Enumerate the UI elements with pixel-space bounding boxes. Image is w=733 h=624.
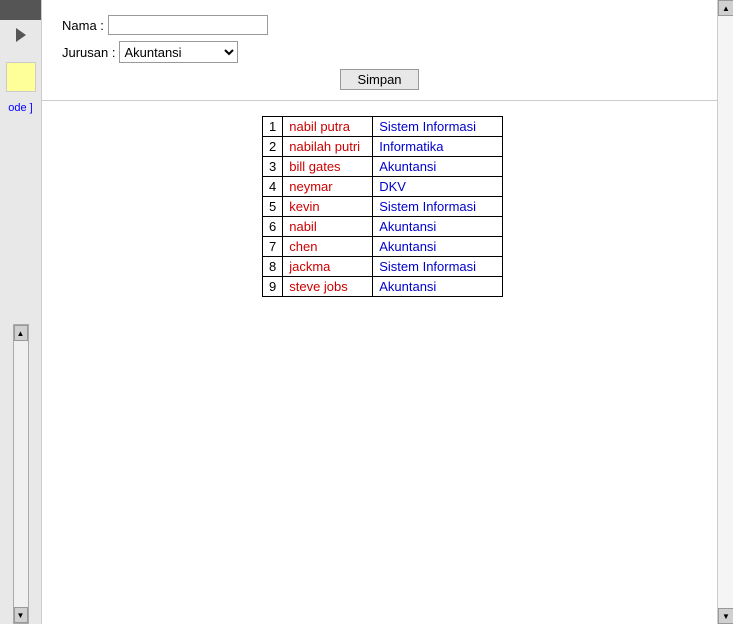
table-cell-jurusan: Sistem Informasi [373,257,503,277]
table-row: 2nabilah putriInformatika [263,137,503,157]
table-cell-no: 7 [263,237,283,257]
right-scrollbar: ▲ ▼ [717,0,733,624]
table-cell-name: neymar [283,177,373,197]
simpan-container: Simpan [62,69,697,90]
sidebar-arrow-icon[interactable] [16,28,26,42]
nama-row: Nama : [62,15,697,35]
scroll-down-button[interactable]: ▼ [14,607,28,623]
right-scroll-track [718,16,733,608]
content-wrapper: Nama : Jurusan : Akuntansi Sistem Inform… [42,0,717,624]
table-row: 9steve jobsAkuntansi [263,277,503,297]
jurusan-select[interactable]: Akuntansi Sistem Informasi Informatika D… [119,41,238,63]
table-row: 8jackmaSistem Informasi [263,257,503,277]
table-row: 7chenAkuntansi [263,237,503,257]
table-section: 1nabil putraSistem Informasi2nabilah put… [42,101,717,312]
table-cell-name: steve jobs [283,277,373,297]
table-cell-no: 6 [263,217,283,237]
table-cell-jurusan: Akuntansi [373,277,503,297]
table-row: 4neymarDKV [263,177,503,197]
data-table: 1nabil putraSistem Informasi2nabilah put… [262,116,503,297]
table-cell-jurusan: DKV [373,177,503,197]
scroll-up-button[interactable]: ▲ [14,325,28,341]
table-cell-no: 8 [263,257,283,277]
scroll-track [14,341,28,607]
table-cell-jurusan: Informatika [373,137,503,157]
right-scroll-down-button[interactable]: ▼ [718,608,733,624]
nama-input[interactable] [108,15,268,35]
table-cell-name: bill gates [283,157,373,177]
table-row: 6nabilAkuntansi [263,217,503,237]
table-cell-jurusan: Akuntansi [373,157,503,177]
table-cell-no: 4 [263,177,283,197]
table-cell-name: nabil [283,217,373,237]
table-cell-name: nabil putra [283,117,373,137]
jurusan-label: Jurusan : [62,45,115,60]
table-cell-name: jackma [283,257,373,277]
table-cell-name: nabilah putri [283,137,373,157]
table-cell-jurusan: Sistem Informasi [373,117,503,137]
main-content: Nama : Jurusan : Akuntansi Sistem Inform… [42,0,717,624]
sidebar: ode ] ▲ ▼ [0,0,42,624]
table-cell-jurusan: Akuntansi [373,217,503,237]
table-cell-no: 9 [263,277,283,297]
table-cell-no: 2 [263,137,283,157]
table-row: 5kevinSistem Informasi [263,197,503,217]
simpan-button[interactable]: Simpan [340,69,418,90]
table-row: 1nabil putraSistem Informasi [263,117,503,137]
table-row: 3bill gatesAkuntansi [263,157,503,177]
table-cell-jurusan: Akuntansi [373,237,503,257]
right-scroll-up-button[interactable]: ▲ [718,0,733,16]
table-cell-no: 5 [263,197,283,217]
nama-label: Nama : [62,18,104,33]
form-section: Nama : Jurusan : Akuntansi Sistem Inform… [42,10,717,101]
sidebar-code-label: ode ] [8,102,32,114]
table-cell-no: 3 [263,157,283,177]
sidebar-top-bar [0,0,41,20]
table-cell-no: 1 [263,117,283,137]
sidebar-note [6,62,36,92]
jurusan-row: Jurusan : Akuntansi Sistem Informasi Inf… [62,41,697,63]
table-cell-name: chen [283,237,373,257]
table-cell-jurusan: Sistem Informasi [373,197,503,217]
table-cell-name: kevin [283,197,373,217]
sidebar-scrollbar: ▲ ▼ [13,324,29,624]
